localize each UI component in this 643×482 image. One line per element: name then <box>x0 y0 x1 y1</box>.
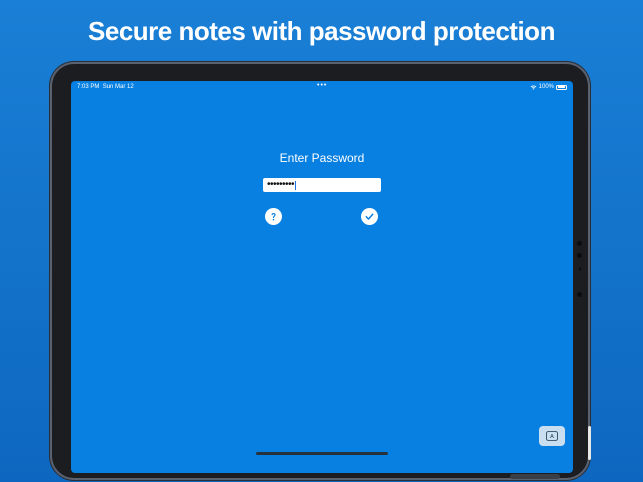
status-time-date: 7:03 PM Sun Mar 12 <box>77 84 134 90</box>
ipad-device-frame: 7:03 PM Sun Mar 12 ••• 100% Enter Passwo… <box>52 64 588 478</box>
keyboard-icon: A <box>546 431 558 441</box>
keyboard-toggle-button[interactable]: A <box>539 426 565 446</box>
marketing-headline: Secure notes with password protection <box>88 16 555 46</box>
enter-password-title: Enter Password <box>279 151 365 165</box>
app-screen: 7:03 PM Sun Mar 12 ••• 100% Enter Passwo… <box>71 81 573 473</box>
apple-pencil <box>588 426 591 460</box>
wifi-icon <box>530 85 537 90</box>
battery-full-icon <box>556 84 567 90</box>
status-time: 7:03 PM <box>77 84 100 90</box>
confirm-button[interactable] <box>361 208 378 225</box>
camera-dot <box>577 241 582 246</box>
keyboard-toggle-label: A <box>550 434 554 440</box>
question-mark-icon <box>271 213 276 221</box>
device-bottom-edge <box>510 474 560 479</box>
home-indicator[interactable] <box>256 452 388 455</box>
password-input[interactable]: ••••••••• <box>263 178 381 192</box>
magnet-dot <box>577 292 582 297</box>
battery-percentage: 100% <box>538 84 554 90</box>
status-right-group: 100% <box>530 84 567 90</box>
status-date: Sun Mar 12 <box>102 84 134 90</box>
sensor-indicator <box>578 267 581 271</box>
status-bar: 7:03 PM Sun Mar 12 ••• 100% <box>71 81 573 93</box>
password-masked-value: ••••••••• <box>267 179 295 190</box>
checkmark-icon <box>365 213 374 220</box>
multitasking-dots[interactable]: ••• <box>317 82 327 89</box>
sensor-dot <box>577 253 582 258</box>
text-cursor <box>295 180 297 190</box>
help-button[interactable] <box>265 208 282 225</box>
